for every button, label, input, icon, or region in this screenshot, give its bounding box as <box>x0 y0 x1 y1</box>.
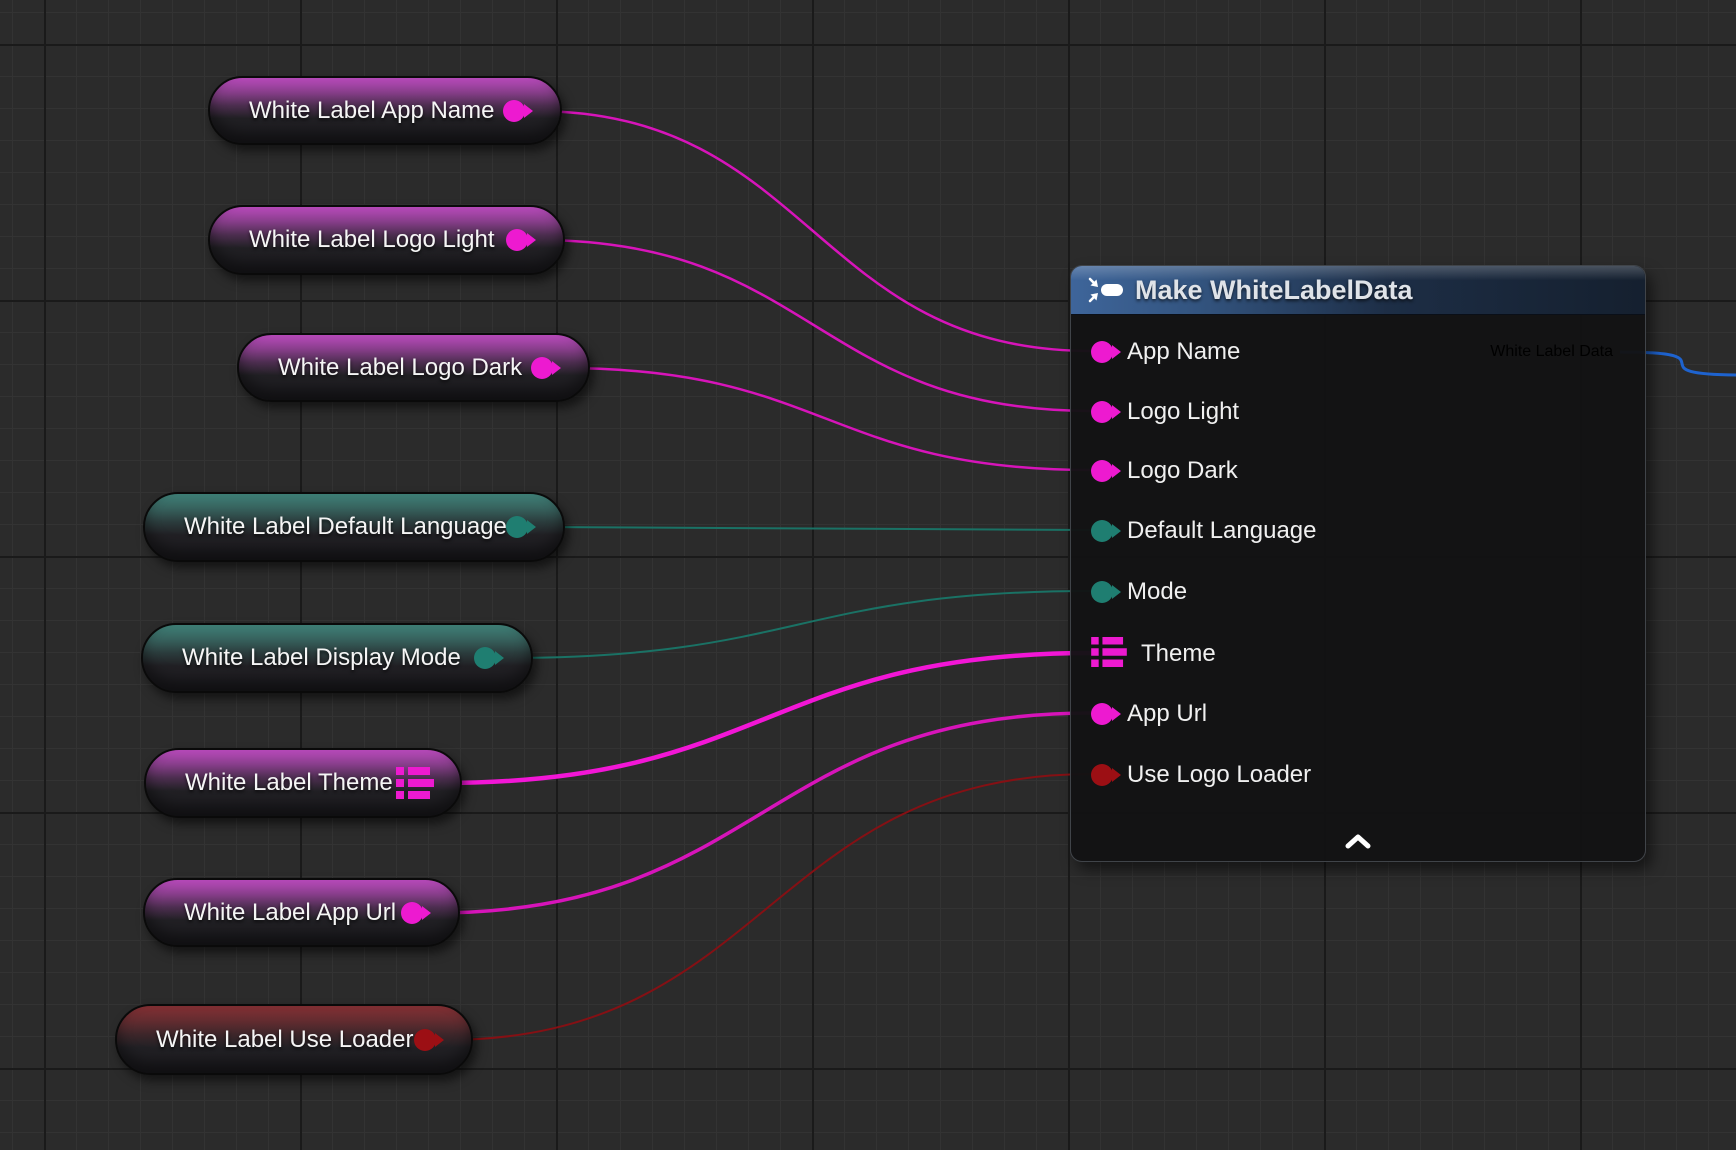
make-node-header[interactable]: Make WhiteLabelData <box>1071 266 1645 315</box>
connection-wire[interactable] <box>537 527 1092 530</box>
getter-node-label: White Label Use Loader <box>117 1028 413 1052</box>
input-pin[interactable] <box>1091 520 1113 542</box>
input-pin-label: App Url <box>1127 702 1207 726</box>
input-pin-row: Theme <box>1091 632 1216 676</box>
input-pin-label: Default Language <box>1127 519 1317 543</box>
variable-getter-node[interactable]: White Label App Name <box>208 76 562 145</box>
input-pin-label: Use Logo Loader <box>1127 763 1311 787</box>
getter-node-label: White Label Logo Light <box>210 228 495 252</box>
variable-getter-node[interactable]: White Label App Url <box>143 878 460 947</box>
input-pin-row: App Name <box>1091 330 1240 374</box>
connection-wire[interactable] <box>534 111 1092 351</box>
theme-struct-input-pin-icon[interactable] <box>1091 637 1127 672</box>
variable-getter-node[interactable]: White Label Theme <box>144 748 462 818</box>
input-pin-label: Theme <box>1141 642 1216 666</box>
output-pin[interactable] <box>401 902 423 924</box>
variable-getter-node[interactable]: White Label Default Language <box>143 492 565 562</box>
connection-wire[interactable] <box>445 774 1092 1040</box>
input-pin-row: Use Logo Loader <box>1091 753 1311 797</box>
connection-wire[interactable] <box>537 240 1092 411</box>
struct-output-pin-icon[interactable] <box>396 767 434 799</box>
output-pin[interactable] <box>503 100 525 122</box>
input-pin-row: Mode <box>1091 570 1187 614</box>
input-pin-row: App Url <box>1091 692 1207 736</box>
graph-background[interactable]: Make WhiteLabelData App Name Logo Light Lo… <box>0 0 1736 1150</box>
chevron-up-icon <box>1343 833 1373 849</box>
variable-getter-node[interactable]: White Label Logo Light <box>208 205 565 275</box>
connection-wire[interactable] <box>432 713 1092 913</box>
input-pin[interactable] <box>1091 764 1113 786</box>
output-pin[interactable] <box>506 229 528 251</box>
connection-wire[interactable] <box>442 653 1092 783</box>
input-pin[interactable] <box>1091 581 1113 603</box>
input-pin-row: Logo Dark <box>1091 449 1238 493</box>
output-pin-row: White Label Data <box>1490 330 1627 374</box>
input-pin[interactable] <box>1091 460 1113 482</box>
output-pin[interactable] <box>474 647 496 669</box>
input-pin[interactable] <box>1091 341 1113 363</box>
variable-getter-node[interactable]: White Label Use Loader <box>115 1004 473 1075</box>
getter-node-label: White Label Theme <box>146 771 393 795</box>
make-whitelabeldata-node[interactable]: Make WhiteLabelData App Name Logo Light Lo… <box>1070 265 1646 862</box>
getter-node-label: White Label Default Language <box>145 515 507 539</box>
getter-node-label: White Label Logo Dark <box>239 356 522 380</box>
output-pin[interactable] <box>506 516 528 538</box>
connection-wire[interactable] <box>562 368 1092 470</box>
connection-wire[interactable] <box>505 591 1092 658</box>
getter-node-label: White Label Display Mode <box>143 646 461 670</box>
input-pin-label: Logo Light <box>1127 400 1239 424</box>
input-pin-label: Mode <box>1127 580 1187 604</box>
variable-getter-node[interactable]: White Label Display Mode <box>141 623 533 693</box>
input-pin-label: Logo Dark <box>1127 459 1238 483</box>
variable-getter-node[interactable]: White Label Logo Dark <box>237 333 590 402</box>
collapse-chevron-button[interactable] <box>1336 826 1380 856</box>
output-pin-label: White Label Data <box>1490 343 1613 361</box>
output-pin[interactable] <box>414 1029 436 1051</box>
getter-node-label: White Label App Name <box>210 99 494 123</box>
getter-node-label: White Label App Url <box>145 901 396 925</box>
node-title: Make WhiteLabelData <box>1135 275 1413 306</box>
input-pin-row: Default Language <box>1091 509 1317 553</box>
input-pin-label: App Name <box>1127 340 1240 364</box>
make-struct-icon <box>1085 274 1125 306</box>
input-pin-row: Logo Light <box>1091 390 1239 434</box>
input-pin[interactable] <box>1091 401 1113 423</box>
input-pin[interactable] <box>1091 703 1113 725</box>
output-pin[interactable] <box>531 357 553 379</box>
